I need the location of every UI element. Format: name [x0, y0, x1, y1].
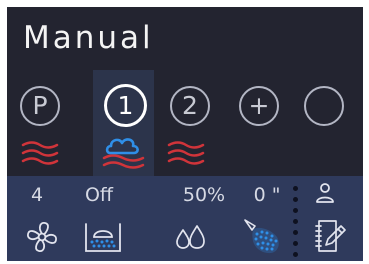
mode-tab-empty[interactable]	[292, 70, 354, 176]
mode-tab-1[interactable]: 1	[93, 70, 154, 176]
mode-tab-2[interactable]: 2	[158, 70, 220, 176]
water-drops-icon[interactable]	[173, 220, 209, 254]
heat-waves-icon	[167, 141, 205, 165]
heat-waves-icon	[21, 141, 59, 165]
mode-selector: P 1 2 +	[7, 70, 363, 176]
mode-tab-p[interactable]: P	[8, 70, 70, 176]
user-icon[interactable]	[315, 182, 335, 204]
mode-tab-add[interactable]: +	[227, 70, 289, 176]
notes-edit-icon[interactable]	[312, 218, 348, 254]
settings-panel: 4 Off 50% 0 "	[7, 176, 363, 261]
fan-speed-value: 4	[30, 184, 44, 206]
empty-mode-slot	[304, 86, 344, 126]
spray-value: 0 "	[253, 184, 281, 206]
spray-nozzle-icon[interactable]	[241, 216, 283, 256]
steam-value: Off	[84, 184, 114, 206]
steam-tray-icon[interactable]	[83, 220, 123, 254]
mode-button-2: 2	[170, 86, 210, 126]
oven-screen: Manual P 1 2 + 4 Off 50% 0 "	[7, 7, 363, 261]
cloud-over-heat-icon	[102, 138, 145, 169]
mode-button-1: 1	[104, 84, 147, 127]
page-title: Manual	[23, 20, 154, 56]
add-mode-button: +	[239, 86, 279, 126]
humidity-value: 50%	[182, 184, 226, 206]
fan-icon[interactable]	[24, 220, 60, 254]
mode-button-p: P	[20, 86, 60, 126]
column-separator	[293, 184, 299, 257]
